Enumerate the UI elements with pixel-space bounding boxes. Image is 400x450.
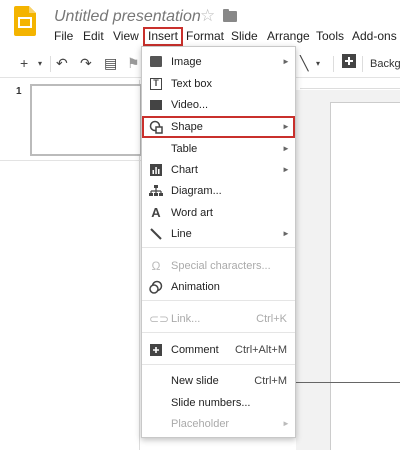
background-button[interactable]: Backgr [370,58,400,70]
document-title[interactable]: Untitled presentation [54,8,201,26]
line-tool-icon[interactable]: ╲ [300,55,308,72]
new-slide-plus-icon[interactable]: + [20,55,28,71]
menu-item-label: Placeholder [171,418,230,430]
menu-item-label: Table [171,143,198,155]
menu-item-label: Video... [171,99,209,111]
menu-item-label: Line [171,228,192,240]
menu-item-line[interactable]: Line ► [142,223,295,245]
image-icon [149,55,163,69]
toolbar-divider [50,56,51,72]
menu-item-label: Word art [171,207,213,219]
submenu-arrow-icon: ► [282,144,290,153]
slides-logo-icon[interactable] [14,6,36,36]
menu-shortcut: Ctrl+K [256,313,287,325]
menu-slide[interactable]: Slide [231,27,258,46]
menu-separator [142,247,295,248]
video-icon [149,98,163,112]
menu-item-label: Image [171,56,202,68]
menu-file[interactable]: File [54,27,73,46]
menu-item-label: Shape [171,121,203,133]
menu-format[interactable]: Format [186,27,224,46]
menu-item-label: Comment [171,344,219,356]
paint-format-icon[interactable]: ⚑ [127,55,140,72]
menu-arrange[interactable]: Arrange [267,27,310,46]
menu-item-diagram[interactable]: Diagram... [142,180,295,202]
undo-icon[interactable]: ↶ [56,55,68,72]
print-icon[interactable]: ▤ [104,55,117,72]
slide-canvas[interactable] [330,102,400,450]
filmstrip-divider [0,160,142,161]
textbox-icon: T [149,77,163,91]
menu-addons[interactable]: Add-ons [352,27,397,46]
menu-item-table[interactable]: Table ► [142,138,295,160]
menu-item-label: Diagram... [171,185,222,197]
menu-item-label: Special characters... [171,260,271,272]
menu-item-image[interactable]: Image ► [142,51,295,73]
menu-item-label: Text box [171,78,212,90]
menu-item-placeholder: Placeholder ► [142,413,295,435]
menu-tools[interactable]: Tools [316,27,344,46]
menu-insert[interactable]: Insert [143,27,184,46]
folder-icon[interactable] [223,9,237,22]
menu-item-label: Animation [171,281,220,293]
menu-item-label: Chart [171,164,198,176]
menu-item-label: Link... [171,313,201,325]
link-icon: ⊂⊃ [149,312,170,326]
slide-thumbnail[interactable] [30,84,142,156]
menu-view[interactable]: View [113,27,139,46]
chart-icon [149,163,163,177]
menu-item-animation[interactable]: Animation [142,276,295,298]
menu-separator [142,332,295,333]
add-comment-icon[interactable] [342,54,356,71]
menu-item-shape[interactable]: Shape ► [142,116,295,138]
menu-separator [142,364,295,365]
submenu-arrow-icon: ► [282,57,290,66]
submenu-arrow-icon: ► [282,419,290,428]
menu-item-label: New slide [171,375,219,387]
wordart-icon: A [151,205,161,220]
menu-item-label: Slide numbers... [171,397,251,409]
slide-number: 1 [16,86,22,97]
submenu-arrow-icon: ► [282,229,290,238]
toolbar-divider [362,56,363,72]
submenu-arrow-icon: ► [282,165,290,174]
menu-item-video[interactable]: Video... [142,94,295,116]
menu-item-word-art[interactable]: A Word art [142,202,295,224]
redo-icon[interactable]: ↷ [80,55,92,72]
menu-edit[interactable]: Edit [83,27,104,46]
toolbar-divider [333,56,334,72]
star-icon[interactable]: ☆ [200,6,215,26]
menu-item-special-characters: Ω Special characters... [142,255,295,277]
menu-separator [142,300,295,301]
new-slide-dropdown-icon[interactable]: ▾ [38,59,42,68]
menu-item-chart[interactable]: Chart ► [142,159,295,181]
shape-icon [149,120,163,134]
submenu-arrow-icon: ► [282,122,290,131]
menu-item-new-slide[interactable]: New slide Ctrl+M [142,370,295,392]
diagram-icon [149,184,163,198]
menu-shortcut: Ctrl+Alt+M [235,344,287,356]
line-icon [149,227,163,241]
menu-shortcut: Ctrl+M [254,375,287,387]
menu-item-slide-numbers[interactable]: Slide numbers... [142,392,295,414]
animation-icon [149,280,163,294]
line-dropdown-icon[interactable]: ▾ [316,59,320,68]
menu-item-link: ⊂⊃ Link... Ctrl+K [142,308,295,330]
insert-menu: Image ► T Text box Video... Shape ► Tabl… [141,46,296,438]
menu-item-comment[interactable]: Comment Ctrl+Alt+M [142,339,295,361]
menu-item-text-box[interactable]: T Text box [142,73,295,95]
omega-icon: Ω [151,259,161,273]
canvas-line-shape[interactable] [296,382,400,383]
comment-icon [149,343,163,357]
ruler [300,79,400,89]
